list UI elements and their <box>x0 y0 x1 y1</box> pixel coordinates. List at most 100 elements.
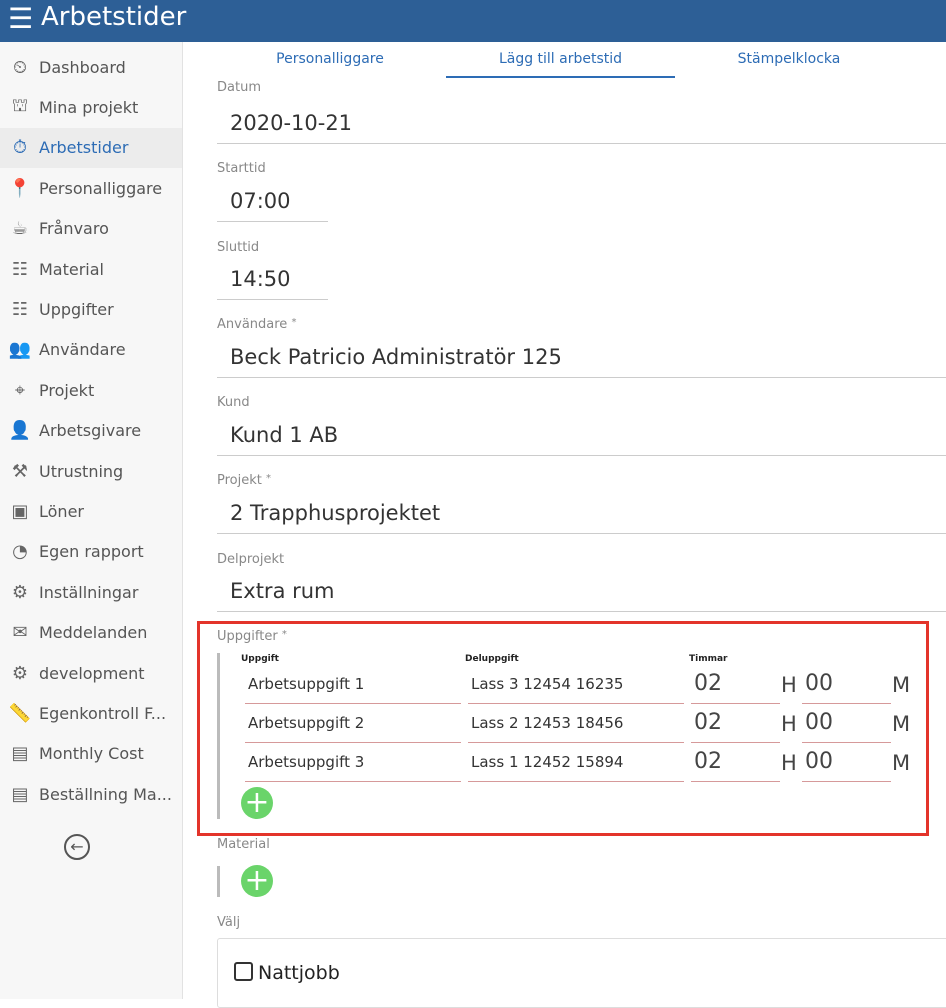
tab-lagg-till-arbetstid[interactable]: Lägg till arbetstid <box>446 48 675 78</box>
datum-input[interactable]: 2020-10-21 <box>217 104 946 144</box>
projekt-label: Projekt * <box>217 473 271 488</box>
sidebar-item-dashboard[interactable]: ⏲ Dashboard <box>0 47 182 87</box>
sidebar-item-löner[interactable]: ▣ Löner <box>0 491 182 531</box>
minutes-input[interactable]: 00 <box>802 705 891 743</box>
projekt-select[interactable]: 2 Trapphusprojektet <box>217 494 946 534</box>
hamburger-menu-icon[interactable]: ☰ <box>8 4 33 34</box>
nattjobb-checkbox[interactable] <box>234 962 253 981</box>
sidebar-item-egen-rapport[interactable]: ◔ Egen rapport <box>0 532 182 572</box>
anvandare-select[interactable]: Beck Patricio Administratör 125 <box>217 338 946 378</box>
sidebar-item-icon: 📍 <box>8 177 32 199</box>
sidebar-item-icon: ▤ <box>11 743 29 765</box>
anvandare-label: Användare * <box>217 317 296 332</box>
kund-select[interactable]: Kund 1 AB <box>217 416 946 456</box>
sidebar-item-mina-projekt[interactable]: ⛫ Mina projekt <box>0 87 182 127</box>
sidebar-item-label: Dashboard <box>39 57 126 77</box>
sidebar-item-icon: ◔ <box>12 541 28 563</box>
starttid-label: Starttid <box>217 161 266 176</box>
sidebar-item-frånvaro[interactable]: ☕ Frånvaro <box>0 209 182 249</box>
sidebar-item-icon: ☕ <box>11 218 29 240</box>
add-material-plus-icon[interactable]: + <box>241 865 273 897</box>
required-marker: * <box>291 317 297 328</box>
sidebar-item-projekt[interactable]: ⌖ Projekt <box>0 370 182 410</box>
hours-input[interactable]: 02 <box>691 666 780 704</box>
sidebar-item-label: Monthly Cost <box>39 744 144 764</box>
label-text: Projekt <box>217 473 262 488</box>
sidebar-item-label: Frånvaro <box>39 219 109 239</box>
sidebar-item-icon: ⚒ <box>11 460 29 482</box>
collapse-sidebar-back-icon[interactable]: ← <box>64 834 90 860</box>
deluppgift-select[interactable]: Lass 2 12453 18456 <box>468 705 684 743</box>
sidebar-item-label: Arbetsgivare <box>39 421 142 441</box>
sidebar-item-material[interactable]: ☷ Material <box>0 249 182 289</box>
sidebar-item-arbetsgivare[interactable]: 👤 Arbetsgivare <box>0 411 182 451</box>
sidebar-item-label: Mina projekt <box>39 97 139 117</box>
label-text: Användare <box>217 317 288 332</box>
hours-input[interactable]: 02 <box>691 744 780 782</box>
add-task-plus-icon[interactable]: + <box>241 787 273 819</box>
sidebar-item-personalliggare[interactable]: 📍 Personalliggare <box>0 168 182 208</box>
sidebar-item-icon: ▣ <box>11 500 29 522</box>
column-header-timmar: Timmar <box>689 654 728 664</box>
sidebar-item-icon: ▤ <box>11 783 29 805</box>
sidebar-item-utrustning[interactable]: ⚒ Utrustning <box>0 451 182 491</box>
sidebar: ⏲ Dashboard ⛫ Mina projekt ⏱ Arbetstider 📍 Pers… <box>0 42 183 999</box>
delprojekt-label: Delprojekt <box>217 552 285 567</box>
nattjobb-label[interactable]: Nattjobb <box>258 962 340 984</box>
hours-unit: H <box>781 751 797 775</box>
sidebar-item-icon: 👥 <box>8 339 32 361</box>
uppgifter-group-bar <box>217 653 220 819</box>
minutes-input[interactable]: 00 <box>802 666 891 704</box>
minutes-unit: M <box>892 712 911 736</box>
sidebar-item-label: Inställningar <box>39 582 139 602</box>
sidebar-item-label: Beställning Ma... <box>39 784 172 804</box>
sidebar-item-label: Uppgifter <box>39 299 114 319</box>
sidebar-item-icon: ✉ <box>12 622 28 644</box>
sidebar-item-label: Material <box>39 259 104 279</box>
minutes-unit: M <box>892 673 911 697</box>
sidebar-item-development[interactable]: ⚙ development <box>0 653 182 693</box>
uppgifter-label: Uppgifter * <box>217 629 287 644</box>
uppgift-select[interactable]: Arbetsuppgift 3 <box>245 744 461 782</box>
sluttid-input[interactable]: 14:50 <box>217 260 328 300</box>
sidebar-item-användare[interactable]: 👥 Användare <box>0 330 182 370</box>
column-header-uppgift: Uppgift <box>241 654 279 664</box>
kund-label: Kund <box>217 395 250 410</box>
material-label: Material <box>217 837 270 852</box>
deluppgift-select[interactable]: Lass 1 12452 15894 <box>468 744 684 782</box>
sidebar-item-monthly-cost[interactable]: ▤ Monthly Cost <box>0 734 182 774</box>
sidebar-item-uppgifter[interactable]: ☷ Uppgifter <box>0 289 182 329</box>
sidebar-item-icon: ⚙ <box>11 662 29 684</box>
sidebar-item-icon: ☷ <box>11 258 29 280</box>
sidebar-item-arbetstider[interactable]: ⏱ Arbetstider <box>0 127 182 168</box>
sidebar-item-inställningar[interactable]: ⚙ Inställningar <box>0 572 182 612</box>
hours-unit: H <box>781 712 797 736</box>
starttid-input[interactable]: 07:00 <box>217 182 328 222</box>
sidebar-item-icon: ⚙ <box>11 581 29 603</box>
uppgift-select[interactable]: Arbetsuppgift 1 <box>245 666 461 704</box>
sidebar-item-label: Meddelanden <box>39 623 148 643</box>
sidebar-item-label: Löner <box>39 501 84 521</box>
sidebar-item-beställning-ma-[interactable]: ▤ Beställning Ma... <box>0 774 182 814</box>
sidebar-item-meddelanden[interactable]: ✉ Meddelanden <box>0 613 182 653</box>
sluttid-label: Sluttid <box>217 240 260 255</box>
minutes-input[interactable]: 00 <box>802 744 891 782</box>
sidebar-item-egenkontroll-f-[interactable]: 📏 Egenkontroll F... <box>0 693 182 733</box>
sidebar-item-label: development <box>39 663 145 683</box>
sidebar-item-label: Utrustning <box>39 461 124 481</box>
sidebar-item-label: Personalliggare <box>39 178 163 198</box>
delprojekt-select[interactable]: Extra rum <box>217 572 946 612</box>
hours-unit: H <box>781 673 797 697</box>
tab-personalliggare[interactable]: Personalliggare <box>240 48 420 78</box>
sidebar-item-icon: ⏲ <box>12 56 28 78</box>
sidebar-item-icon: ⏱ <box>12 137 28 159</box>
sidebar-item-icon: 📏 <box>8 702 32 724</box>
sidebar-item-label: Egen rapport <box>39 542 144 562</box>
sidebar-item-label: Egenkontroll F... <box>39 703 167 723</box>
app-header: ☰ Arbetstider <box>0 0 946 42</box>
uppgift-select[interactable]: Arbetsuppgift 2 <box>245 705 461 743</box>
required-marker: * <box>281 629 287 640</box>
hours-input[interactable]: 02 <box>691 705 780 743</box>
tab-stampelklocka[interactable]: Stämpelklocka <box>700 48 878 78</box>
deluppgift-select[interactable]: Lass 3 12454 16235 <box>468 666 684 704</box>
